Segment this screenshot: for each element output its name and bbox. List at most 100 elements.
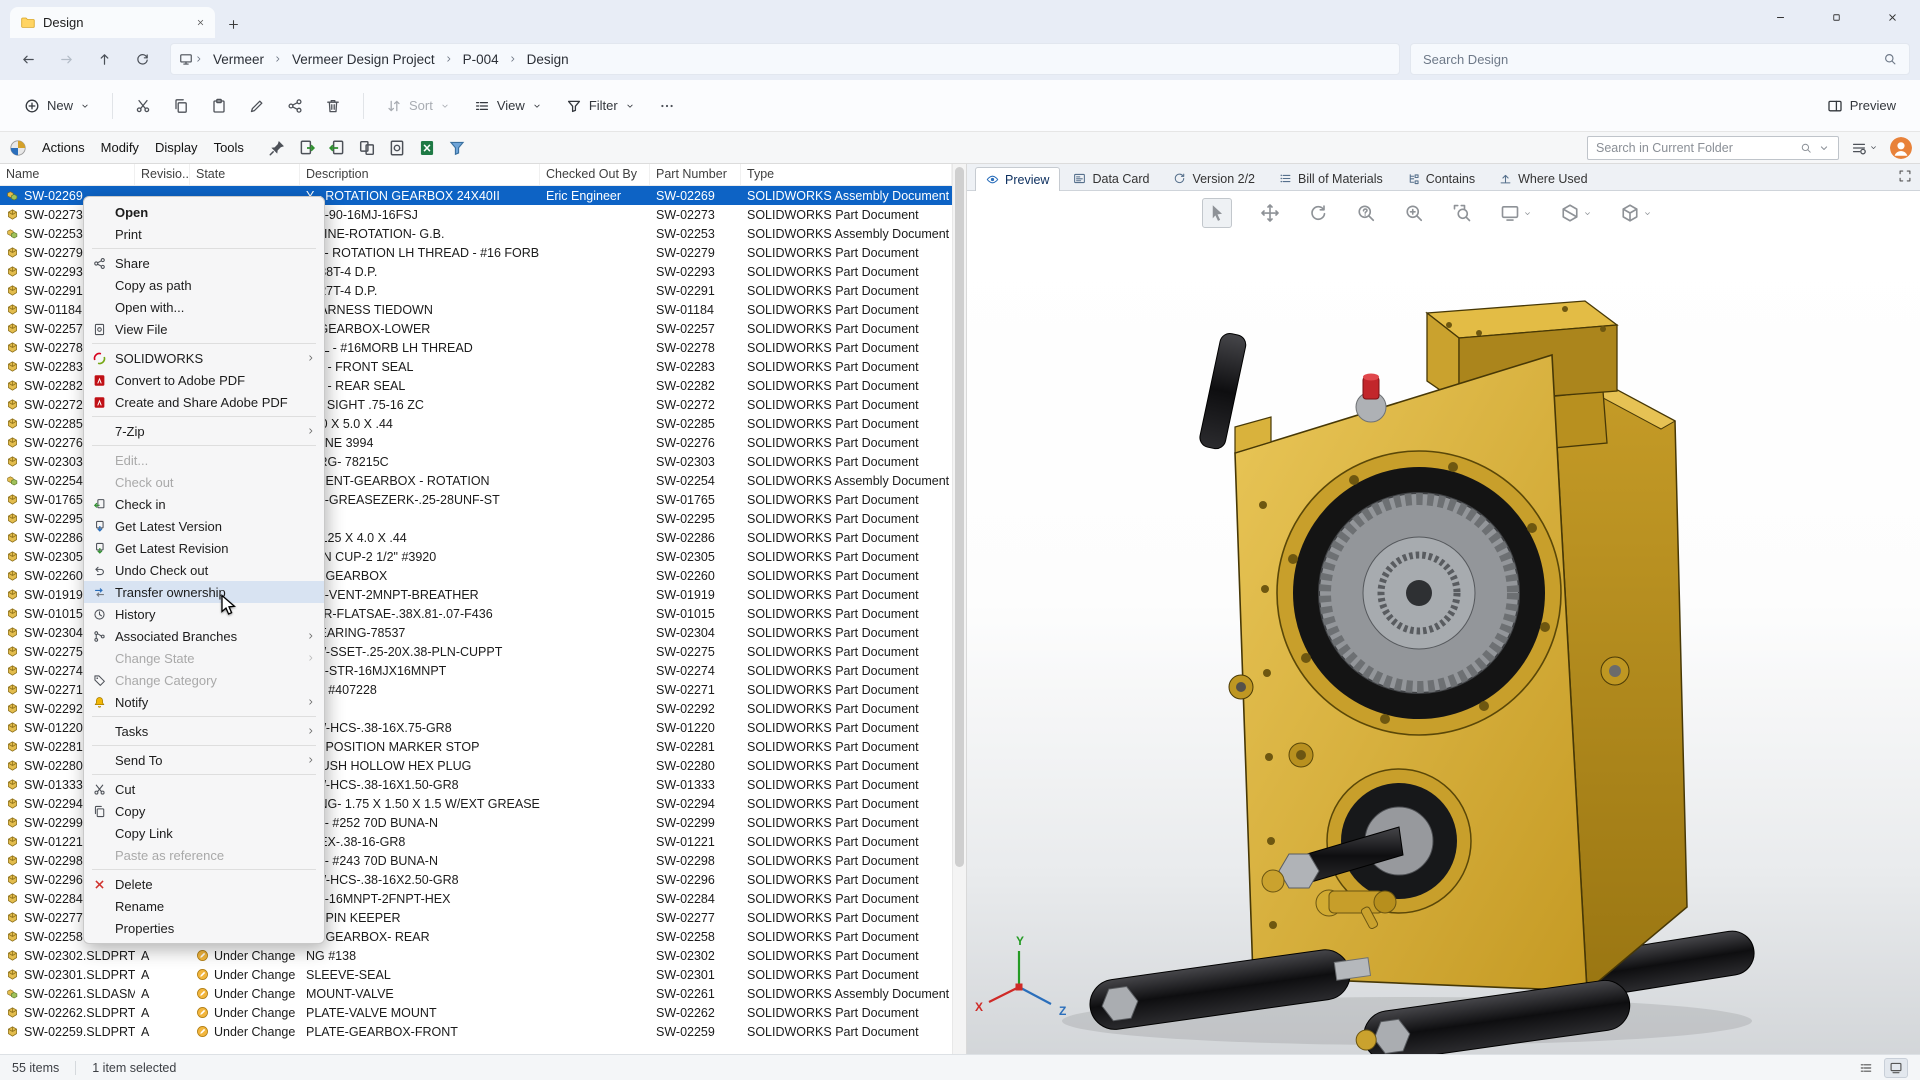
document-preview-icon[interactable] bbox=[388, 139, 406, 157]
menu-item[interactable]: History bbox=[84, 603, 324, 625]
up-button[interactable] bbox=[86, 43, 122, 75]
menu-item[interactable]: Convert to Adobe PDF bbox=[84, 369, 324, 391]
new-tab-button[interactable] bbox=[227, 18, 240, 31]
zoom-question-tool[interactable] bbox=[1356, 203, 1376, 223]
pin-icon[interactable] bbox=[268, 139, 286, 157]
tab-bill-of-materials[interactable]: Bill of Materials bbox=[1268, 166, 1394, 190]
menu-item[interactable]: 7-Zip bbox=[84, 420, 324, 442]
file-row[interactable]: SW-02261.SLDASMAUnder ChangeMOUNT-VALVES… bbox=[0, 984, 952, 1003]
menu-item[interactable]: Cut bbox=[84, 778, 324, 800]
minimize-button[interactable] bbox=[1752, 0, 1808, 34]
pdm-menu-tools[interactable]: Tools bbox=[206, 136, 252, 159]
menu-item[interactable]: SOLIDWORKS bbox=[84, 347, 324, 369]
pdm-menu-actions[interactable]: Actions bbox=[34, 136, 93, 159]
column-header[interactable]: State bbox=[190, 164, 300, 185]
menu-item[interactable]: Send To bbox=[84, 749, 324, 771]
tab-data-card[interactable]: Data Card bbox=[1062, 166, 1160, 190]
copy-tree-icon[interactable] bbox=[358, 139, 376, 157]
fullscreen-icon[interactable] bbox=[1898, 169, 1912, 183]
refresh-button[interactable] bbox=[124, 43, 160, 75]
large-icons-view-button[interactable] bbox=[1884, 1058, 1908, 1078]
delete-button[interactable] bbox=[315, 88, 351, 124]
view-orientation-tool[interactable] bbox=[1620, 203, 1652, 223]
scrollbar-thumb[interactable] bbox=[955, 167, 964, 867]
display-mode-tool[interactable] bbox=[1500, 203, 1532, 223]
preview-toggle-button[interactable]: Preview bbox=[1817, 90, 1906, 122]
zoom-area-tool[interactable] bbox=[1452, 203, 1472, 223]
details-view-button[interactable] bbox=[1854, 1058, 1878, 1078]
more-button[interactable] bbox=[649, 88, 685, 124]
tab-preview[interactable]: Preview bbox=[975, 167, 1060, 191]
new-button[interactable]: New bbox=[14, 90, 100, 122]
menu-item[interactable]: Transfer ownership bbox=[84, 581, 324, 603]
column-header[interactable]: Name bbox=[0, 164, 135, 185]
file-row[interactable]: SW-02259.SLDPRTAUnder ChangePLATE-GEARBO… bbox=[0, 1022, 952, 1041]
menu-item[interactable]: Undo Check out bbox=[84, 559, 324, 581]
user-avatar[interactable] bbox=[1890, 137, 1912, 159]
menu-item[interactable]: View File bbox=[84, 318, 324, 340]
pdm-view-options-button[interactable] bbox=[1851, 140, 1878, 156]
menu-item[interactable]: Open with... bbox=[84, 296, 324, 318]
breadcrumb-item[interactable]: Vermeer bbox=[205, 49, 272, 70]
menu-item[interactable]: Tasks bbox=[84, 720, 324, 742]
check-in-icon[interactable] bbox=[328, 139, 346, 157]
breadcrumb-item[interactable]: P-004 bbox=[455, 49, 507, 70]
view-button[interactable]: View bbox=[464, 90, 552, 122]
file-row[interactable]: SW-02302.SLDPRTAUnder ChangeNG #138SW-02… bbox=[0, 946, 952, 965]
pdm-menu-modify[interactable]: Modify bbox=[93, 136, 147, 159]
cursor-tool[interactable] bbox=[1202, 198, 1232, 228]
menu-item[interactable]: Print bbox=[84, 223, 324, 245]
file-row[interactable]: SW-02262.SLDPRTAUnder ChangePLATE-VALVE … bbox=[0, 1003, 952, 1022]
pdm-menu-display[interactable]: Display bbox=[147, 136, 206, 159]
menu-item[interactable]: Get Latest Revision bbox=[84, 537, 324, 559]
copy-button[interactable] bbox=[163, 88, 199, 124]
menu-item[interactable]: Copy bbox=[84, 800, 324, 822]
rotate-tool[interactable] bbox=[1308, 203, 1328, 223]
menu-item[interactable]: Notify bbox=[84, 691, 324, 713]
column-header[interactable]: Checked Out By bbox=[540, 164, 650, 185]
menu-item[interactable]: Check in bbox=[84, 493, 324, 515]
share-button[interactable] bbox=[277, 88, 313, 124]
tab-version-2-2[interactable]: Version 2/2 bbox=[1162, 166, 1266, 190]
zoom-in-tool[interactable] bbox=[1404, 203, 1424, 223]
cut-button[interactable] bbox=[125, 88, 161, 124]
menu-item[interactable]: Share bbox=[84, 252, 324, 274]
forward-button[interactable] bbox=[48, 43, 84, 75]
menu-item[interactable]: Properties bbox=[84, 917, 324, 939]
filter-button[interactable]: Filter bbox=[556, 90, 645, 122]
paste-button[interactable] bbox=[201, 88, 237, 124]
column-filter-icon[interactable] bbox=[448, 139, 466, 157]
menu-item[interactable]: Associated Branches bbox=[84, 625, 324, 647]
file-row[interactable]: SW-02301.SLDPRTAUnder ChangeSLEEVE-SEALS… bbox=[0, 965, 952, 984]
menu-item[interactable]: Copy Link bbox=[84, 822, 324, 844]
close-button[interactable] bbox=[1864, 0, 1920, 34]
back-button[interactable] bbox=[10, 43, 46, 75]
export-excel-icon[interactable] bbox=[418, 139, 436, 157]
maximize-button[interactable] bbox=[1808, 0, 1864, 34]
tab-where-used[interactable]: Where Used bbox=[1488, 166, 1598, 190]
model-viewport[interactable]: X Y Z bbox=[967, 235, 1920, 1054]
tab-close-icon[interactable] bbox=[196, 18, 205, 27]
column-header[interactable]: Type bbox=[741, 164, 952, 185]
pan-tool[interactable] bbox=[1260, 203, 1280, 223]
section-view-tool[interactable] bbox=[1560, 203, 1592, 223]
tab-contains[interactable]: Contains bbox=[1396, 166, 1486, 190]
column-header[interactable]: Revisio... bbox=[135, 164, 190, 185]
explorer-tab[interactable]: Design bbox=[10, 7, 215, 38]
breadcrumb-item[interactable]: Design bbox=[519, 49, 577, 70]
pdm-search-box[interactable]: Search in Current Folder bbox=[1587, 136, 1839, 160]
menu-item[interactable]: Create and Share Adobe PDF bbox=[84, 391, 324, 413]
menu-item[interactable]: Open bbox=[84, 201, 324, 223]
menu-item[interactable]: Delete bbox=[84, 873, 324, 895]
breadcrumb-item[interactable]: Vermeer Design Project bbox=[284, 49, 443, 70]
menu-item[interactable]: Rename bbox=[84, 895, 324, 917]
check-out-icon[interactable] bbox=[298, 139, 316, 157]
search-box[interactable]: Search Design bbox=[1410, 43, 1910, 75]
menu-item[interactable]: Get Latest Version bbox=[84, 515, 324, 537]
column-header[interactable]: Description bbox=[300, 164, 540, 185]
menu-item[interactable]: Copy as path bbox=[84, 274, 324, 296]
rename-button[interactable] bbox=[239, 88, 275, 124]
file-list-scrollbar[interactable] bbox=[952, 164, 966, 1054]
sort-button[interactable]: Sort bbox=[376, 90, 460, 122]
column-header[interactable]: Part Number bbox=[650, 164, 741, 185]
